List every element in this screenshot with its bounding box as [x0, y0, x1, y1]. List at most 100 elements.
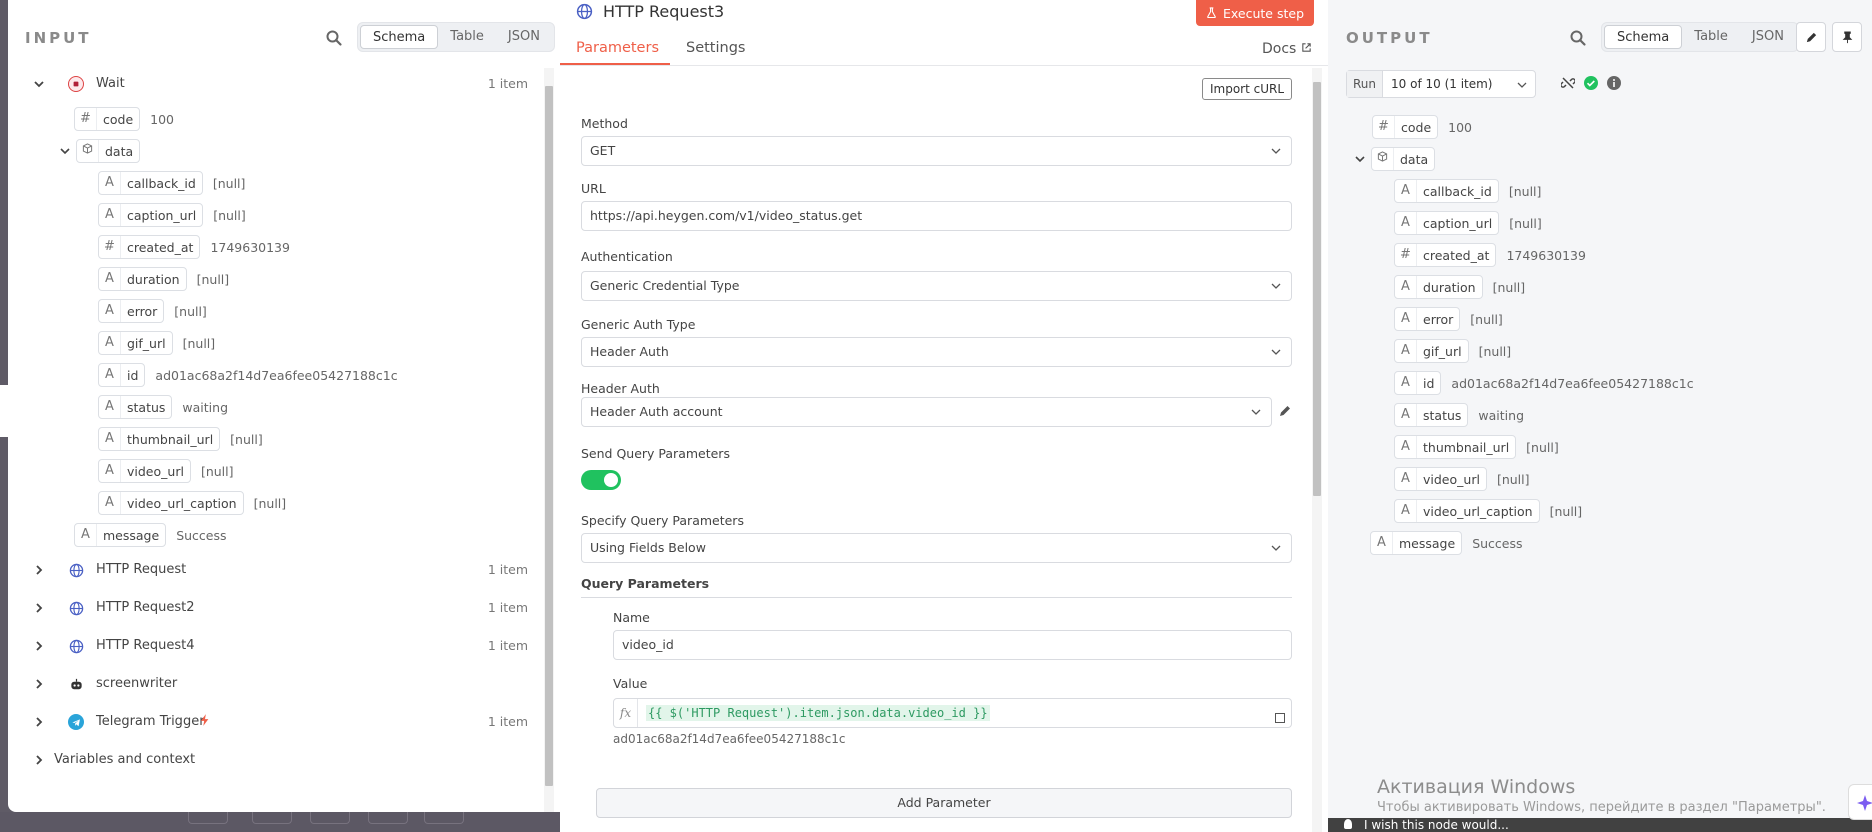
expand-icon[interactable]	[1275, 713, 1285, 723]
run-label: Run	[1347, 71, 1384, 97]
canvas-control	[252, 812, 292, 824]
string-type-icon: A	[1395, 500, 1417, 522]
number-type-icon: #	[1395, 244, 1417, 266]
string-type-icon: A	[99, 364, 121, 386]
chevron-down-icon	[1271, 545, 1281, 551]
tab-settings[interactable]: Settings	[686, 40, 745, 56]
tree-node-http-request2[interactable]: HTTP Request2 1 item	[32, 595, 552, 621]
tree-node-wait[interactable]: Wait 1 item	[32, 71, 552, 97]
string-type-icon: A	[99, 268, 121, 290]
generic-auth-type-select[interactable]: Header Auth	[581, 337, 1292, 367]
string-type-icon: A	[75, 524, 97, 546]
number-type-icon: #	[1373, 116, 1395, 138]
pencil-icon[interactable]	[1278, 404, 1292, 422]
schema-field-gif-url: Agif_url [null]	[98, 330, 215, 356]
chevron-down-icon	[1517, 82, 1527, 88]
param-name-input[interactable]: video_id	[613, 630, 1292, 660]
object-type-icon	[77, 140, 99, 162]
item-count: 1 item	[487, 600, 528, 615]
string-type-icon: A	[99, 204, 121, 226]
tree-node-screenwriter[interactable]: screenwriter	[32, 671, 552, 697]
expression-code: {{ $('HTTP Request').item.json.data.vide…	[646, 705, 990, 721]
specify-query-select[interactable]: Using Fields Below	[581, 533, 1292, 563]
output-field-thumbnail-url: Athumbnail_url [null]	[1394, 434, 1559, 460]
string-type-icon: A	[99, 332, 121, 354]
tree-node-http-request4[interactable]: HTTP Request4 1 item	[32, 633, 552, 659]
node-label: Variables and context	[54, 752, 196, 767]
string-type-icon: A	[1371, 532, 1393, 554]
tree-node-http-request[interactable]: HTTP Request 1 item	[32, 557, 552, 583]
edit-output-button[interactable]	[1796, 22, 1826, 52]
run-select[interactable]: 10 of 10 (1 item)	[1383, 71, 1535, 97]
node-label: HTTP Request4	[96, 638, 195, 653]
node-title[interactable]: HTTP Request3	[603, 2, 724, 21]
string-type-icon: A	[1395, 436, 1417, 458]
info-icon[interactable]	[1607, 76, 1621, 94]
tree-node-telegram-trigger[interactable]: Telegram Trigger 1 item	[32, 709, 552, 735]
schema-field-status: Astatus waiting	[98, 394, 228, 420]
assistant-button[interactable]	[1848, 784, 1872, 820]
string-type-icon: A	[1395, 404, 1417, 426]
fx-icon: fx	[614, 699, 638, 727]
tab-parameters[interactable]: Parameters	[576, 40, 659, 56]
chevron-right-icon	[32, 639, 46, 653]
expression-result: ad01ac68a2f14d7ea6fee05427188c1c	[613, 732, 846, 746]
pin-output-button[interactable]	[1832, 22, 1862, 52]
url-input[interactable]: https://api.heygen.com/v1/video_status.g…	[581, 201, 1292, 231]
run-selector[interactable]: Run 10 of 10 (1 item)	[1346, 70, 1537, 98]
pencil-icon	[1806, 32, 1816, 42]
output-view-table[interactable]: Table	[1682, 25, 1740, 49]
scroll-thumb[interactable]	[545, 86, 553, 786]
chevron-down-icon	[1271, 283, 1281, 289]
param-name-label: Name	[613, 610, 650, 625]
center-scrollbar[interactable]	[1312, 68, 1322, 832]
authentication-select[interactable]: Generic Credential Type	[581, 271, 1292, 301]
chevron-down-icon	[32, 77, 46, 91]
input-view-schema[interactable]: Schema	[360, 25, 439, 49]
output-field-video-url: Avideo_url [null]	[1394, 466, 1529, 492]
schema-field-data[interactable]: data	[58, 138, 141, 164]
string-type-icon: A	[1395, 372, 1417, 394]
chevron-right-icon	[32, 601, 46, 615]
unlink-icon[interactable]	[1560, 76, 1576, 94]
output-view-schema[interactable]: Schema	[1604, 25, 1683, 49]
chevron-down-icon	[1251, 409, 1261, 415]
search-icon[interactable]	[325, 29, 343, 47]
canvas-control	[310, 812, 350, 824]
execute-step-button[interactable]: Execute step	[1196, 0, 1314, 26]
feedback-bar[interactable]: I wish this node would...	[1328, 818, 1872, 832]
input-view-json[interactable]: JSON	[496, 25, 552, 49]
globe-icon	[68, 638, 84, 654]
output-view-json[interactable]: JSON	[1740, 25, 1796, 49]
tree-node-variables[interactable]: Variables and context	[32, 747, 552, 773]
scroll-thumb[interactable]	[1313, 82, 1321, 496]
method-select[interactable]: GET	[581, 136, 1292, 166]
url-label: URL	[581, 181, 606, 196]
schema-field-callback-id: Acallback_id [null]	[98, 170, 245, 196]
send-query-toggle[interactable]	[581, 470, 621, 490]
output-field-created-at: # created_at 1749630139	[1394, 242, 1586, 268]
input-title: INPUT	[25, 29, 92, 47]
search-icon[interactable]	[1569, 29, 1587, 47]
output-field-message: Amessage Success	[1370, 530, 1523, 556]
item-count: 1 item	[487, 714, 528, 729]
chevron-right-icon	[32, 715, 46, 729]
canvas-control	[368, 812, 408, 824]
chevron-down-icon	[1271, 148, 1281, 154]
string-type-icon: A	[1395, 276, 1417, 298]
header-auth-select[interactable]: Header Auth account	[581, 397, 1272, 427]
import-curl-button[interactable]: Import cURL	[1202, 78, 1292, 100]
output-field-data[interactable]: data	[1353, 146, 1436, 172]
authentication-label: Authentication	[581, 249, 673, 264]
item-count: 1 item	[487, 562, 528, 577]
add-parameter-button[interactable]: Add Parameter	[596, 788, 1292, 818]
input-view-table[interactable]: Table	[438, 25, 496, 49]
flask-icon	[1206, 6, 1217, 21]
docs-link[interactable]: Docs	[1262, 41, 1312, 57]
item-count: 1 item	[487, 638, 528, 653]
schema-field-error: Aerror [null]	[98, 298, 207, 324]
wait-node-icon	[68, 76, 84, 92]
string-type-icon: A	[1395, 468, 1417, 490]
input-scrollbar[interactable]	[544, 68, 554, 812]
param-value-expression[interactable]: fx {{ $('HTTP Request').item.json.data.v…	[613, 698, 1292, 728]
